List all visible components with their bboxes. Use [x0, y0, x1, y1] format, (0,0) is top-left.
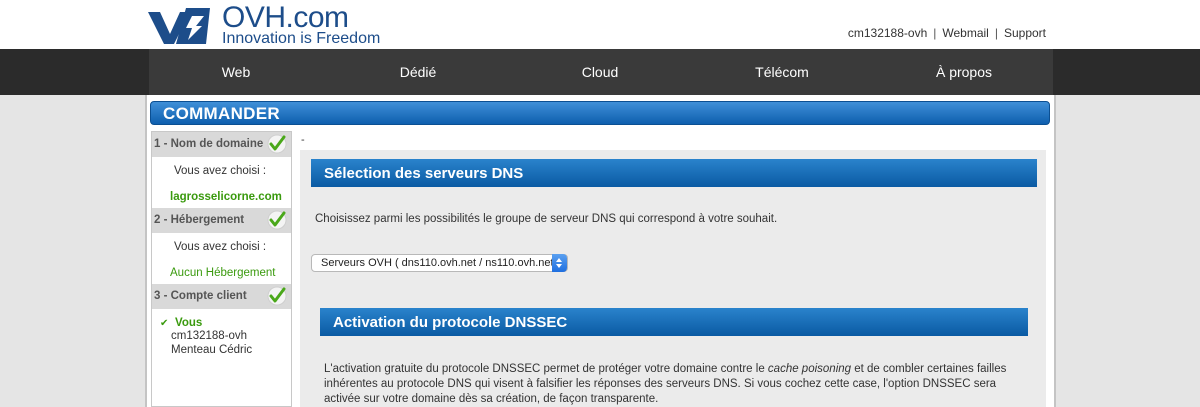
main-nav: Web Dédié Cloud Télécom À propos	[0, 49, 1200, 95]
hosting-chosen-value: Aucun Hébergement	[170, 267, 276, 279]
dns-server-select[interactable]: Serveurs OVH ( dns110.ovh.net / ns110.ov…	[311, 254, 568, 272]
order-steps-sidebar: 1 - Nom de domaine Vous avez choisi : la…	[151, 131, 292, 407]
ovh-logo-icon	[148, 8, 210, 44]
dns-section-title: Sélection des serveurs DNS	[324, 165, 524, 182]
domain-chosen-value: lagrosselicorne.com	[170, 191, 282, 203]
support-link[interactable]: Support	[1004, 26, 1046, 40]
nav-item-cloud[interactable]: Cloud	[540, 64, 660, 80]
hosting-chosen-label: Vous avez choisi :	[174, 241, 267, 253]
ovh-logo[interactable]: OVH.com Innovation is Freedom	[146, 1, 386, 48]
step-hosting-label: 2 - Hébergement	[154, 214, 245, 226]
client-id: cm132188-ovh	[171, 330, 248, 342]
nav-item-a-propos[interactable]: À propos	[904, 64, 1024, 80]
separator: |	[994, 26, 998, 40]
top-header: OVH.com Innovation is Freedom cm132188-o…	[0, 0, 1200, 49]
webmail-link[interactable]: Webmail	[942, 26, 988, 40]
separator: |	[933, 26, 937, 40]
commander-title: COMMANDER	[163, 104, 280, 123]
step-client-account[interactable]: 3 - Compte client	[152, 284, 291, 309]
logo-tagline: Innovation is Freedom	[222, 30, 381, 47]
dnssec-section-header: Activation du protocole DNSSEC	[320, 308, 1028, 336]
nav-item-web[interactable]: Web	[176, 64, 296, 80]
dns-section-header: Sélection des serveurs DNS	[311, 159, 1037, 187]
nav-bar: Web Dédié Cloud Télécom À propos	[149, 49, 1053, 95]
commander-banner: COMMANDER	[150, 101, 1050, 125]
select-arrows-icon	[552, 254, 567, 272]
dnssec-text-part1: L'activation gratuite du protocole DNSSE…	[324, 363, 768, 375]
client-you-label: Vous	[175, 317, 203, 329]
check-icon	[267, 286, 287, 306]
account-link[interactable]: cm132188-ovh	[848, 26, 927, 40]
step-domain[interactable]: 1 - Nom de domaine	[152, 132, 291, 157]
dns-description: Choisissez parmi les possibilités le gro…	[315, 213, 778, 225]
dnssec-description: L'activation gratuite du protocole DNSSE…	[324, 362, 1024, 407]
top-links: cm132188-ovh | Webmail | Support	[848, 26, 1046, 40]
dns-select-value: Serveurs OVH ( dns110.ovh.net / ns110.ov…	[321, 257, 554, 269]
nav-item-dedie[interactable]: Dédié	[358, 64, 478, 80]
nav-item-telecom[interactable]: Télécom	[722, 64, 842, 80]
client-name: Menteau Cédric	[171, 344, 253, 356]
step-client-label: 3 - Compte client	[154, 290, 247, 302]
check-icon	[267, 134, 287, 154]
checkmark-icon: ✔	[160, 318, 169, 329]
dnssec-section-title: Activation du protocole DNSSEC	[333, 314, 568, 331]
step-hosting[interactable]: 2 - Hébergement	[152, 208, 291, 233]
domain-chosen-label: Vous avez choisi :	[174, 165, 267, 177]
step-domain-label: 1 - Nom de domaine	[154, 138, 264, 150]
breadcrumb-dash: -	[301, 134, 305, 146]
dnssec-text-emphasis: cache poisoning	[767, 363, 852, 375]
check-icon	[267, 210, 287, 230]
